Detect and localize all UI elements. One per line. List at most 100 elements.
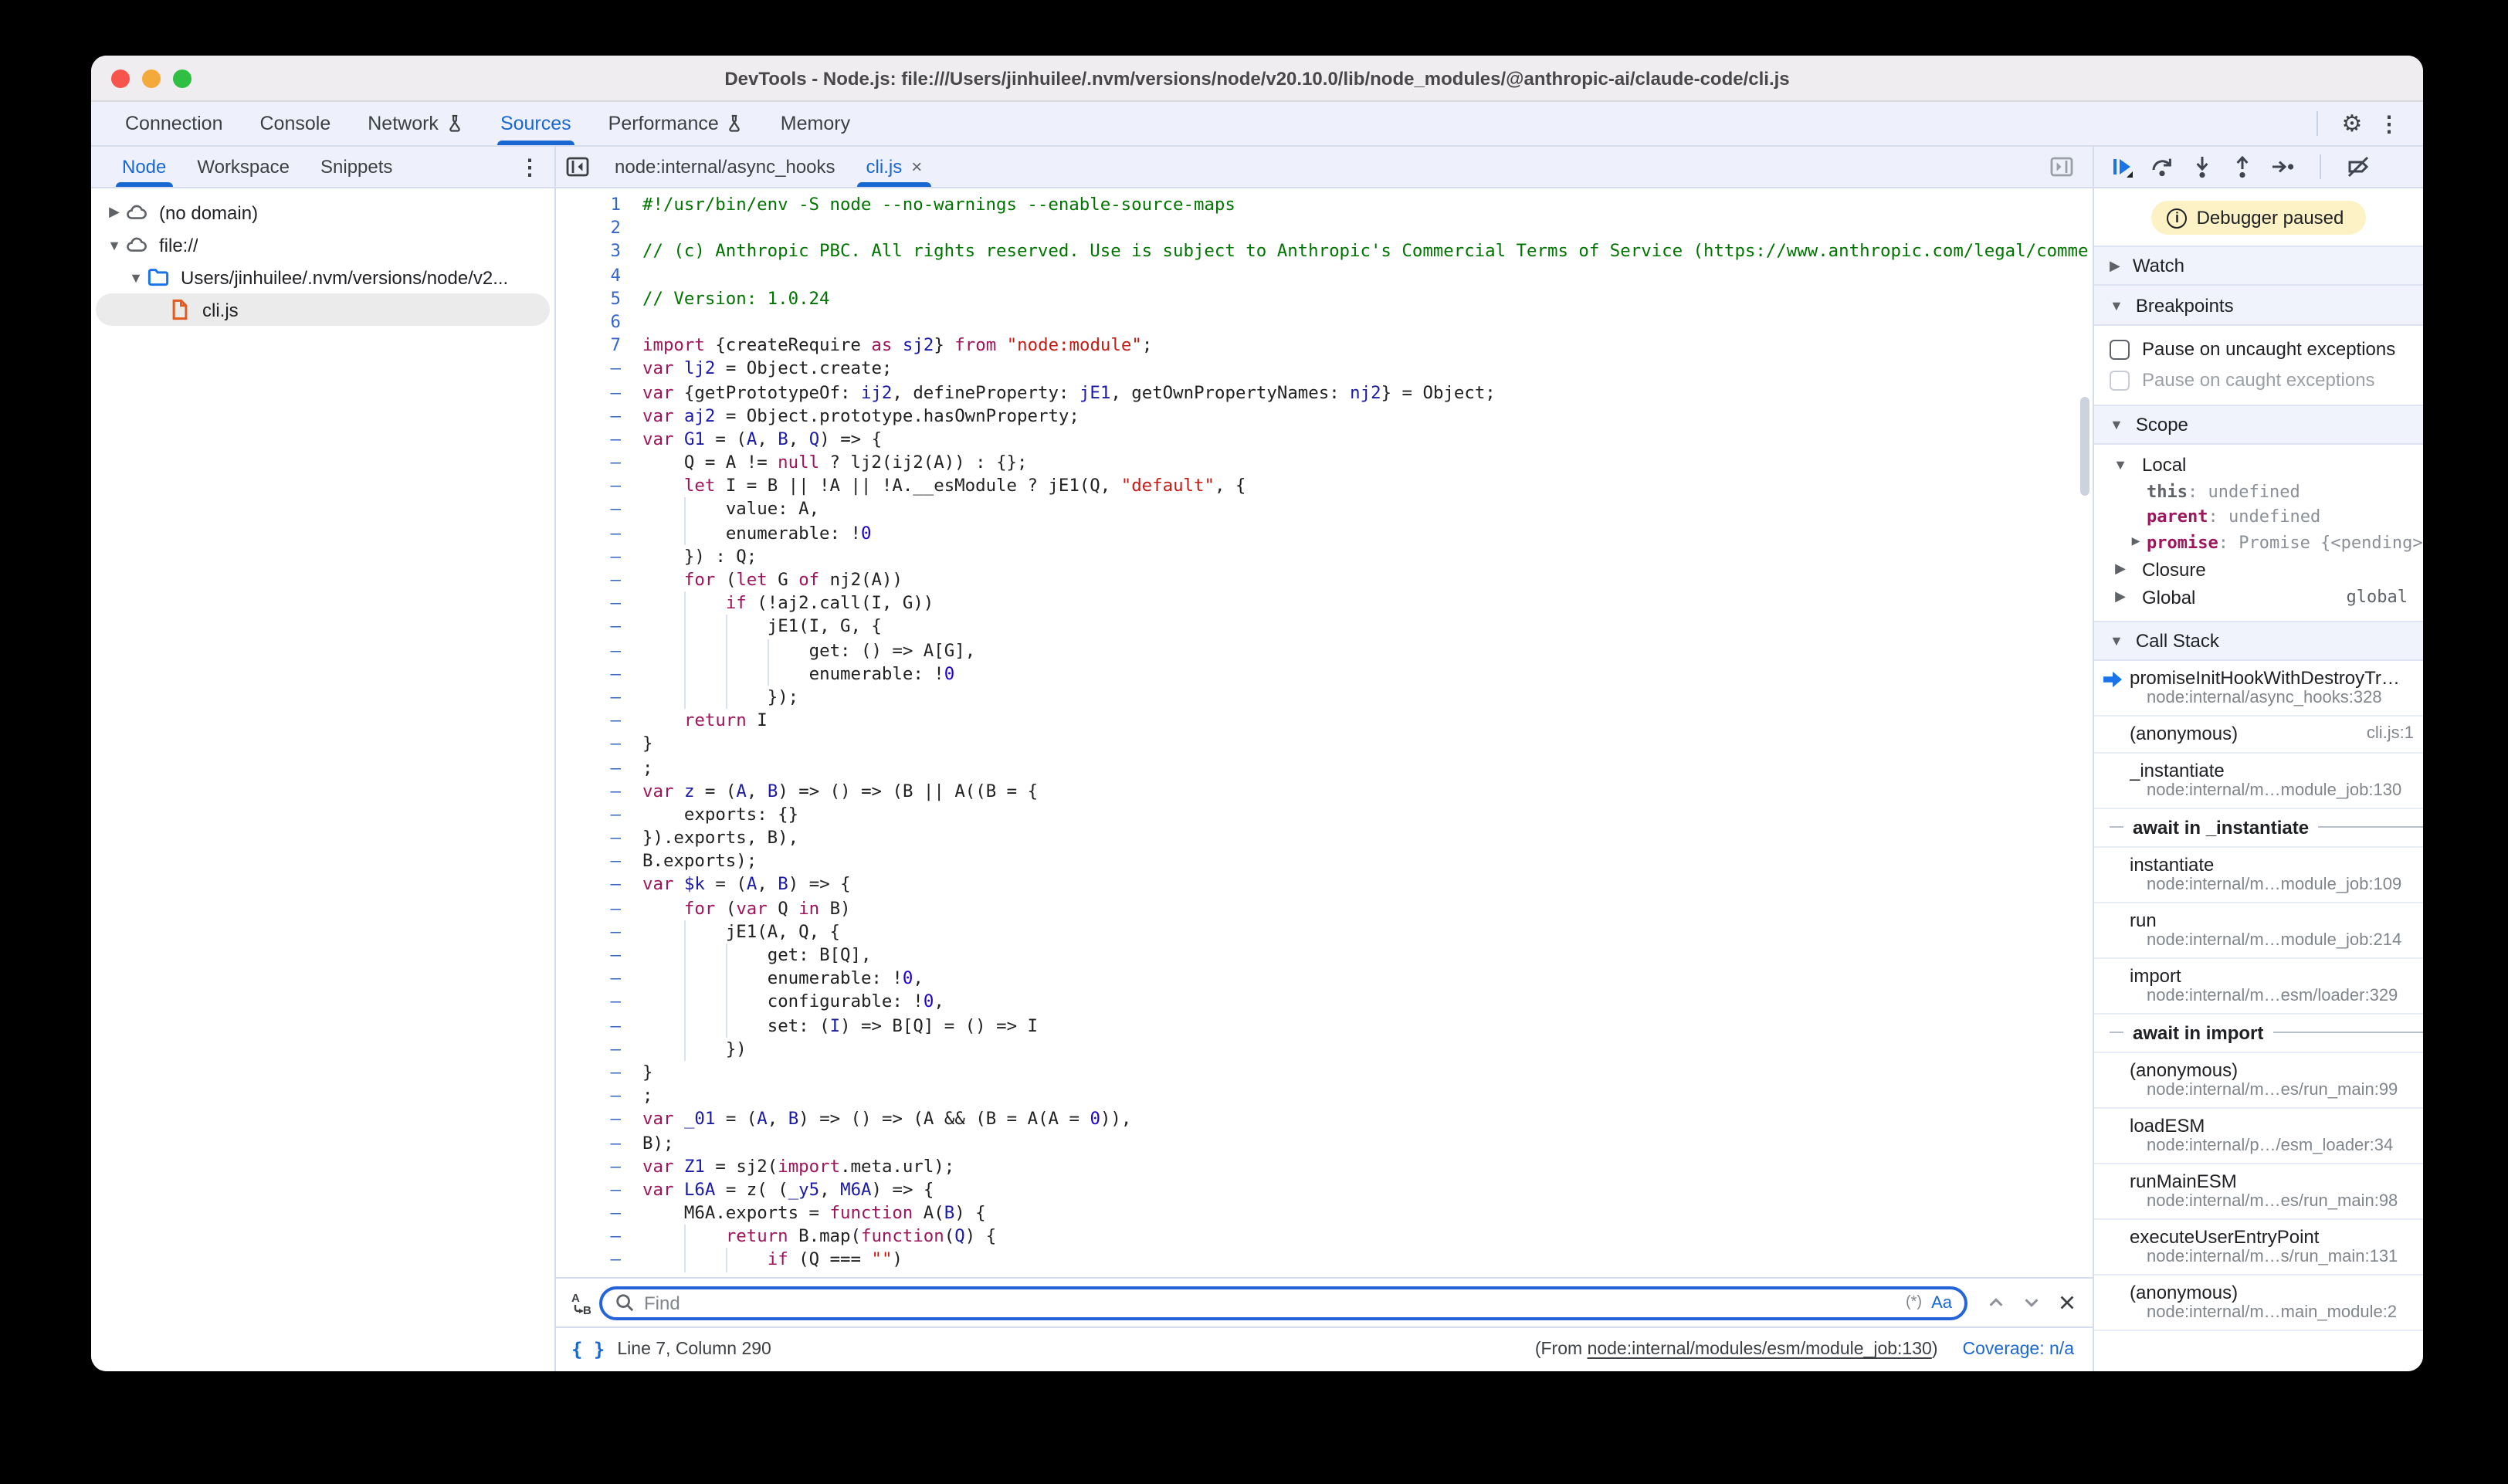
scope-group-global[interactable]: ▶Globalglobal: [2094, 583, 2423, 611]
line-number[interactable]: –: [556, 709, 621, 732]
more-options-button[interactable]: ⋮: [2371, 105, 2408, 142]
call-stack-frame[interactable]: runMainESMnode:internal/m…es/run_main:98: [2094, 1164, 2423, 1219]
step-into-button[interactable]: [2184, 148, 2221, 185]
call-stack-frame[interactable]: (anonymous)cli.js:1: [2094, 716, 2423, 753]
step-button[interactable]: [2264, 148, 2301, 185]
resume-button[interactable]: [2103, 148, 2140, 185]
line-number[interactable]: –: [556, 639, 621, 662]
zoom-window-button[interactable]: [173, 69, 191, 87]
line-number[interactable]: –: [556, 1154, 621, 1177]
call-stack-frame[interactable]: _instantiatenode:internal/m…module_job:1…: [2094, 753, 2423, 808]
line-number[interactable]: –: [556, 521, 621, 544]
line-number[interactable]: –: [556, 591, 621, 615]
scope-group-closure[interactable]: ▶Closure: [2094, 555, 2423, 583]
settings-button[interactable]: ⚙: [2333, 105, 2371, 142]
coverage-link[interactable]: Coverage: n/a: [1963, 1340, 2075, 1359]
tab-performance[interactable]: Performance: [590, 102, 762, 145]
scope-group-local[interactable]: ▼Local: [2094, 451, 2423, 479]
line-number[interactable]: –: [556, 475, 621, 498]
line-number[interactable]: –: [556, 686, 621, 709]
checkbox[interactable]: [2110, 339, 2130, 359]
editor-scrollbar-thumb[interactable]: [2080, 397, 2089, 496]
line-number[interactable]: –: [556, 357, 621, 381]
line-number[interactable]: 6: [556, 310, 621, 334]
call-stack-frame[interactable]: promiseInitHookWithDestroyTr…node:intern…: [2094, 660, 2423, 716]
minimize-window-button[interactable]: [142, 69, 161, 87]
line-number[interactable]: –: [556, 498, 621, 521]
line-number[interactable]: –: [556, 428, 621, 451]
tab-memory[interactable]: Memory: [762, 102, 869, 145]
line-number[interactable]: 4: [556, 263, 621, 286]
line-number[interactable]: –: [556, 1084, 621, 1107]
triangle-right-icon[interactable]: ▶: [103, 204, 125, 221]
editor-tab-cli-js[interactable]: cli.js×: [851, 147, 938, 187]
scope-section-header[interactable]: ▼ Scope: [2094, 405, 2423, 445]
close-find-button close-icon[interactable]: [2057, 1293, 2077, 1313]
scope-property-promise[interactable]: ▶promise: Promise {<pending>}: [2094, 530, 2423, 555]
hide-navigator-button[interactable]: [556, 147, 599, 187]
line-number[interactable]: –: [556, 779, 621, 802]
line-number[interactable]: –: [556, 967, 621, 990]
deactivate-breakpoints-button[interactable]: [2340, 148, 2377, 185]
line-number[interactable]: –: [556, 568, 621, 591]
line-number[interactable]: –: [556, 850, 621, 873]
line-number[interactable]: 2: [556, 216, 621, 239]
call-stack-frame[interactable]: importnode:internal/m…esm/loader:329: [2094, 958, 2423, 1014]
sidebar-tab-snippets[interactable]: Snippets: [305, 147, 408, 187]
call-stack-frame[interactable]: instantiatenode:internal/m…module_job:10…: [2094, 847, 2423, 903]
line-number[interactable]: –: [556, 733, 621, 756]
previous-match-button chevron-up-icon[interactable]: [1986, 1293, 2006, 1313]
line-number[interactable]: –: [556, 920, 621, 944]
line-number[interactable]: –: [556, 1131, 621, 1154]
step-out-button[interactable]: [2224, 148, 2261, 185]
line-number[interactable]: 5: [556, 287, 621, 310]
sidebar-more-button[interactable]: ⋮: [511, 148, 548, 185]
step-over-button[interactable]: [2144, 148, 2181, 185]
line-number[interactable]: –: [556, 545, 621, 568]
scope-property-parent[interactable]: parent: undefined: [2094, 504, 2423, 530]
match-case-toggle[interactable]: Aa: [1931, 1293, 1952, 1312]
close-window-button[interactable]: [111, 69, 130, 87]
line-number[interactable]: 1: [556, 193, 621, 216]
line-number[interactable]: –: [556, 944, 621, 967]
replace-toggle-button[interactable]: A B: [565, 1290, 599, 1315]
breakpoints-section-header[interactable]: ▼ Breakpoints: [2094, 286, 2423, 326]
line-number[interactable]: –: [556, 1201, 621, 1225]
triangle-right-icon[interactable]: ▶: [2128, 535, 2144, 551]
call-stack-frame[interactable]: executeUserEntryPointnode:internal/m…s/r…: [2094, 1219, 2423, 1275]
line-number[interactable]: –: [556, 451, 621, 474]
regex-toggle[interactable]: (*): [1906, 1294, 1922, 1311]
scope-property-this[interactable]: this: undefined: [2094, 479, 2423, 504]
tab-connection[interactable]: Connection: [107, 102, 242, 145]
code-viewer[interactable]: 1#!/usr/bin/env -S node --no-warnings --…: [556, 188, 2093, 1277]
line-number[interactable]: –: [556, 1249, 621, 1272]
line-number[interactable]: –: [556, 1038, 621, 1061]
line-number[interactable]: –: [556, 826, 621, 849]
pretty-print-button[interactable]: { }: [571, 1339, 605, 1360]
watch-section-header[interactable]: ▶ Watch: [2094, 246, 2423, 286]
line-number[interactable]: –: [556, 873, 621, 896]
triangle-down-icon[interactable]: ▼: [103, 237, 125, 252]
tree-item-file-[interactable]: ▼file://: [91, 229, 554, 261]
close-tab-icon[interactable]: ×: [911, 156, 922, 178]
callstack-section-header[interactable]: ▼ Call Stack: [2094, 620, 2423, 660]
tab-sources[interactable]: Sources: [482, 102, 590, 145]
line-number[interactable]: –: [556, 991, 621, 1014]
triangle-down-icon[interactable]: ▼: [125, 269, 147, 285]
line-number[interactable]: –: [556, 756, 621, 779]
tab-network[interactable]: Network: [349, 102, 482, 145]
sidebar-tab-node[interactable]: Node: [107, 147, 181, 187]
tree-item-users-jinhuilee-nvm-versions-node-v2-[interactable]: ▼Users/jinhuilee/.nvm/versions/node/v2..…: [91, 261, 554, 293]
line-number[interactable]: –: [556, 1061, 621, 1084]
show-navigator-button[interactable]: [2049, 147, 2093, 187]
from-module-link[interactable]: (From node:internal/modules/esm/module_j…: [1535, 1340, 1938, 1359]
call-stack-frame[interactable]: loadESMnode:internal/p…/esm_loader:34: [2094, 1108, 2423, 1164]
line-number[interactable]: –: [556, 803, 621, 826]
breakpoint-option-pause-on-uncaught-exceptions[interactable]: Pause on uncaught exceptions: [2094, 334, 2423, 364]
line-number[interactable]: –: [556, 1225, 621, 1249]
tree-item-cli-js[interactable]: cli.js: [91, 293, 554, 326]
line-number[interactable]: –: [556, 615, 621, 639]
tab-console[interactable]: Console: [242, 102, 350, 145]
call-stack-frame[interactable]: (anonymous)node:internal/m…es/run_main:9…: [2094, 1052, 2423, 1108]
breakpoint-option-pause-on-caught-exceptions[interactable]: Pause on caught exceptions: [2094, 364, 2423, 395]
